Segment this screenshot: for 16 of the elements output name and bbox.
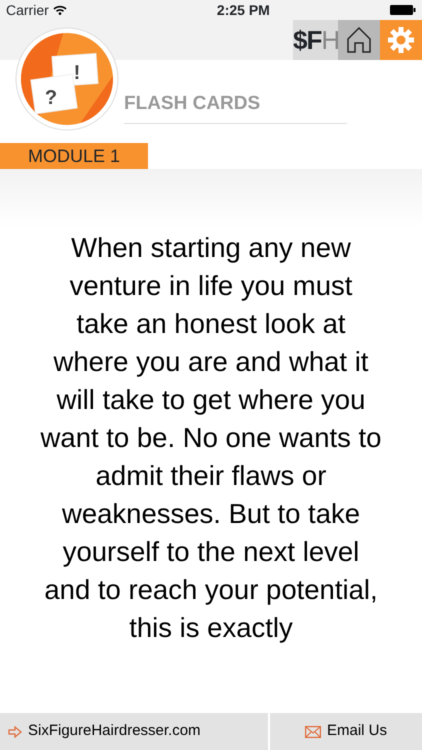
home-icon (346, 26, 372, 54)
carrier-label: Carrier (6, 0, 49, 20)
settings-icon (388, 27, 414, 53)
arrow-icon (8, 726, 22, 738)
wifi-icon (52, 5, 67, 15)
flash-card-text: When starting any new venture in life you must take an honest look at where you are and what it will take to get where you want to be. No one wants to admit their flaws or weaknesses. But to take yourself to the next level and to reach your potential, this is exactly (40, 231, 382, 645)
website-link[interactable]: SixFigureHairdresser.com (0, 713, 268, 750)
section-title: FLASH CARDS (124, 90, 347, 124)
flash-cards-logo: ? ! (15, 27, 119, 131)
envelope-icon (304, 726, 321, 738)
brand-logo[interactable]: $FH (293, 20, 338, 60)
module-label: MODULE 1 (0, 143, 148, 169)
status-time: 2:25 PM (216, 0, 270, 20)
home-button[interactable] (338, 20, 380, 60)
email-button[interactable]: Email Us (270, 713, 422, 750)
battery-icon (390, 5, 416, 15)
